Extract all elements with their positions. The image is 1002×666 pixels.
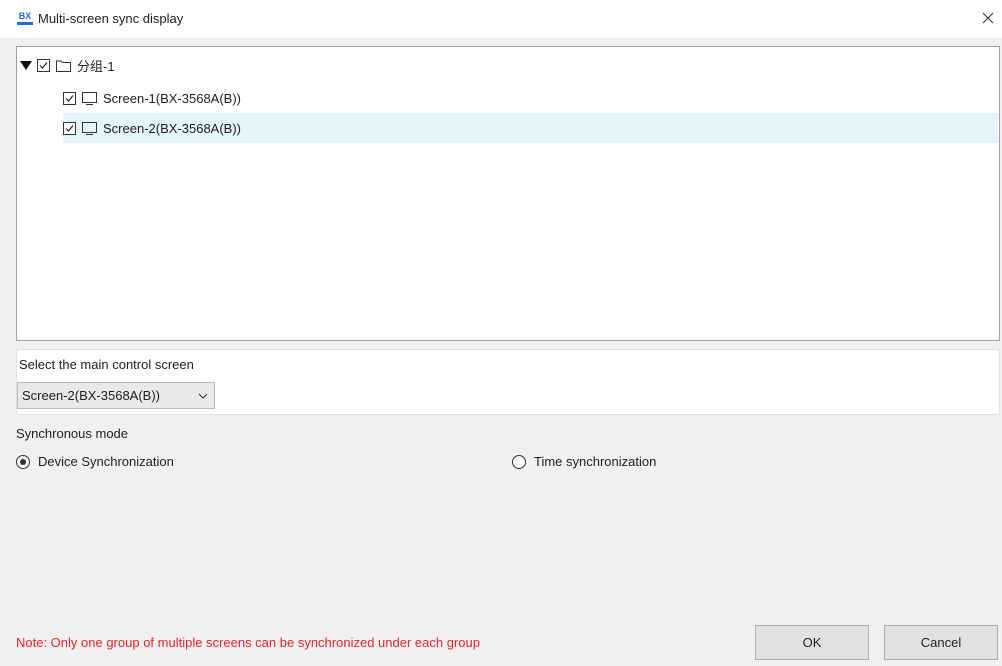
app-logo: BX [17,11,33,25]
screen-tree: 分组-1 Screen-1(BX-3568A(B)) Screen-2(BX-3… [16,46,1000,341]
device-sync-label: Device Synchronization [38,454,174,469]
screen-1-label: Screen-1(BX-3568A(B)) [103,90,241,106]
group-checkbox[interactable] [37,58,50,72]
close-icon [982,12,994,24]
expand-triangle-icon[interactable] [19,58,33,72]
tree-item-screen-2[interactable]: Screen-2(BX-3568A(B)) [63,113,998,143]
window-title: Multi-screen sync display [38,11,184,26]
main-control-label: Select the main control screen [19,357,194,372]
group-label: 分组-1 [77,58,115,74]
time-sync-label: Time synchronization [534,454,657,469]
monitor-icon [82,121,97,135]
ok-button[interactable]: OK [755,625,869,660]
folder-icon [56,60,71,72]
monitor-icon [82,91,97,105]
title-bar: BX Multi-screen sync display [0,0,1002,38]
checkmark-icon [65,124,74,132]
main-control-section: Select the main control screen Screen-2(… [16,349,1000,415]
tree-group-row[interactable]: 分组-1 [19,53,419,77]
tree-item-screen-1[interactable]: Screen-1(BX-3568A(B)) [63,83,998,113]
time-sync-radio[interactable] [512,454,526,469]
checkmark-icon [65,94,74,102]
chevron-down-icon [198,393,208,399]
sync-mode-label: Synchronous mode [16,426,129,441]
device-sync-option[interactable]: Device Synchronization [16,454,174,469]
main-control-select-value: Screen-2(BX-3568A(B)) [22,388,160,403]
device-sync-radio[interactable] [16,454,30,469]
screen-2-label: Screen-2(BX-3568A(B)) [103,120,241,136]
cancel-button[interactable]: Cancel [884,625,998,660]
sync-note: Note: Only one group of multiple screens… [16,635,480,650]
main-control-select[interactable]: Screen-2(BX-3568A(B)) [17,382,215,409]
screen-1-checkbox[interactable] [63,91,76,105]
screen-2-checkbox[interactable] [63,121,76,135]
checkmark-icon [39,61,48,69]
time-sync-option[interactable]: Time synchronization [512,454,656,469]
close-button[interactable] [978,8,998,28]
